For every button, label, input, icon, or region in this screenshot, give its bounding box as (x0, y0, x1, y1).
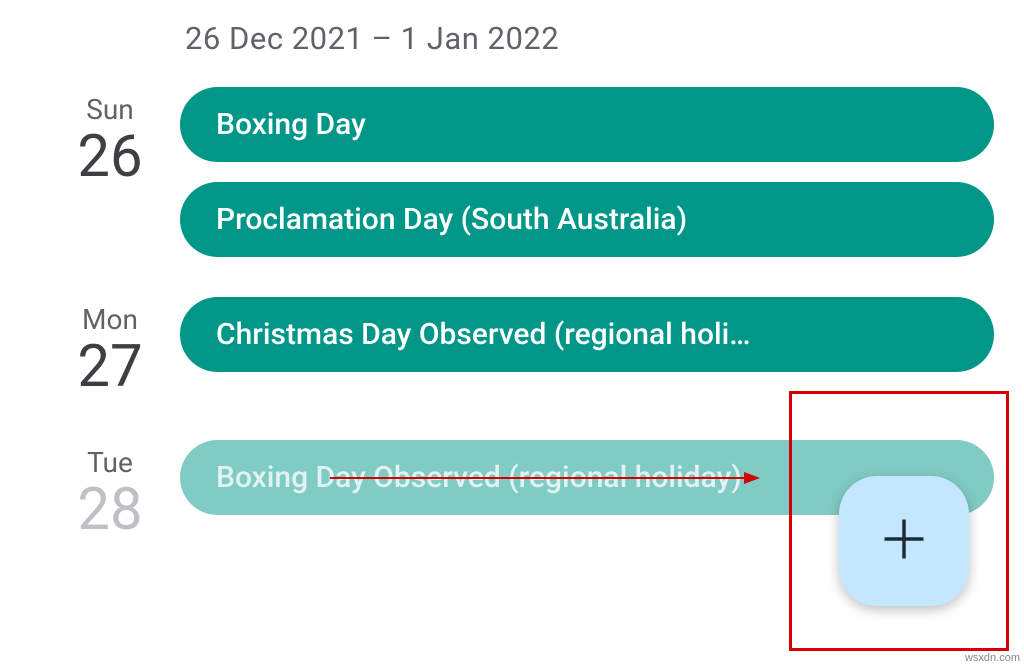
weekday-label: Tue (40, 446, 180, 479)
event-christmas-observed[interactable]: Christmas Day Observed (regional holi… (180, 297, 994, 372)
weekday-label: Mon (40, 303, 180, 336)
event-proclamation-day[interactable]: Proclamation Day (South Australia) (180, 182, 994, 257)
day-section-mon: Mon 27 Christmas Day Observed (regional … (0, 297, 1024, 400)
day-section-sun: Sun 26 Boxing Day Proclamation Day (Sout… (0, 87, 1024, 257)
day-label[interactable]: Tue 28 (40, 440, 180, 543)
weekday-label: Sun (40, 93, 180, 126)
events-container: Christmas Day Observed (regional holi… (180, 297, 1024, 400)
day-label[interactable]: Sun 26 (40, 87, 180, 257)
plus-icon (878, 513, 930, 569)
day-number: 26 (40, 126, 180, 190)
event-boxing-day[interactable]: Boxing Day (180, 87, 994, 162)
watermark-text: wsxdn.com (965, 652, 1020, 664)
day-label[interactable]: Mon 27 (40, 297, 180, 400)
day-number: 27 (40, 336, 180, 400)
day-number: 28 (40, 479, 180, 543)
add-event-button[interactable] (839, 476, 969, 606)
events-container: Boxing Day Proclamation Day (South Austr… (180, 87, 1024, 257)
date-range-header: 26 Dec 2021 – 1 Jan 2022 (0, 0, 1024, 87)
